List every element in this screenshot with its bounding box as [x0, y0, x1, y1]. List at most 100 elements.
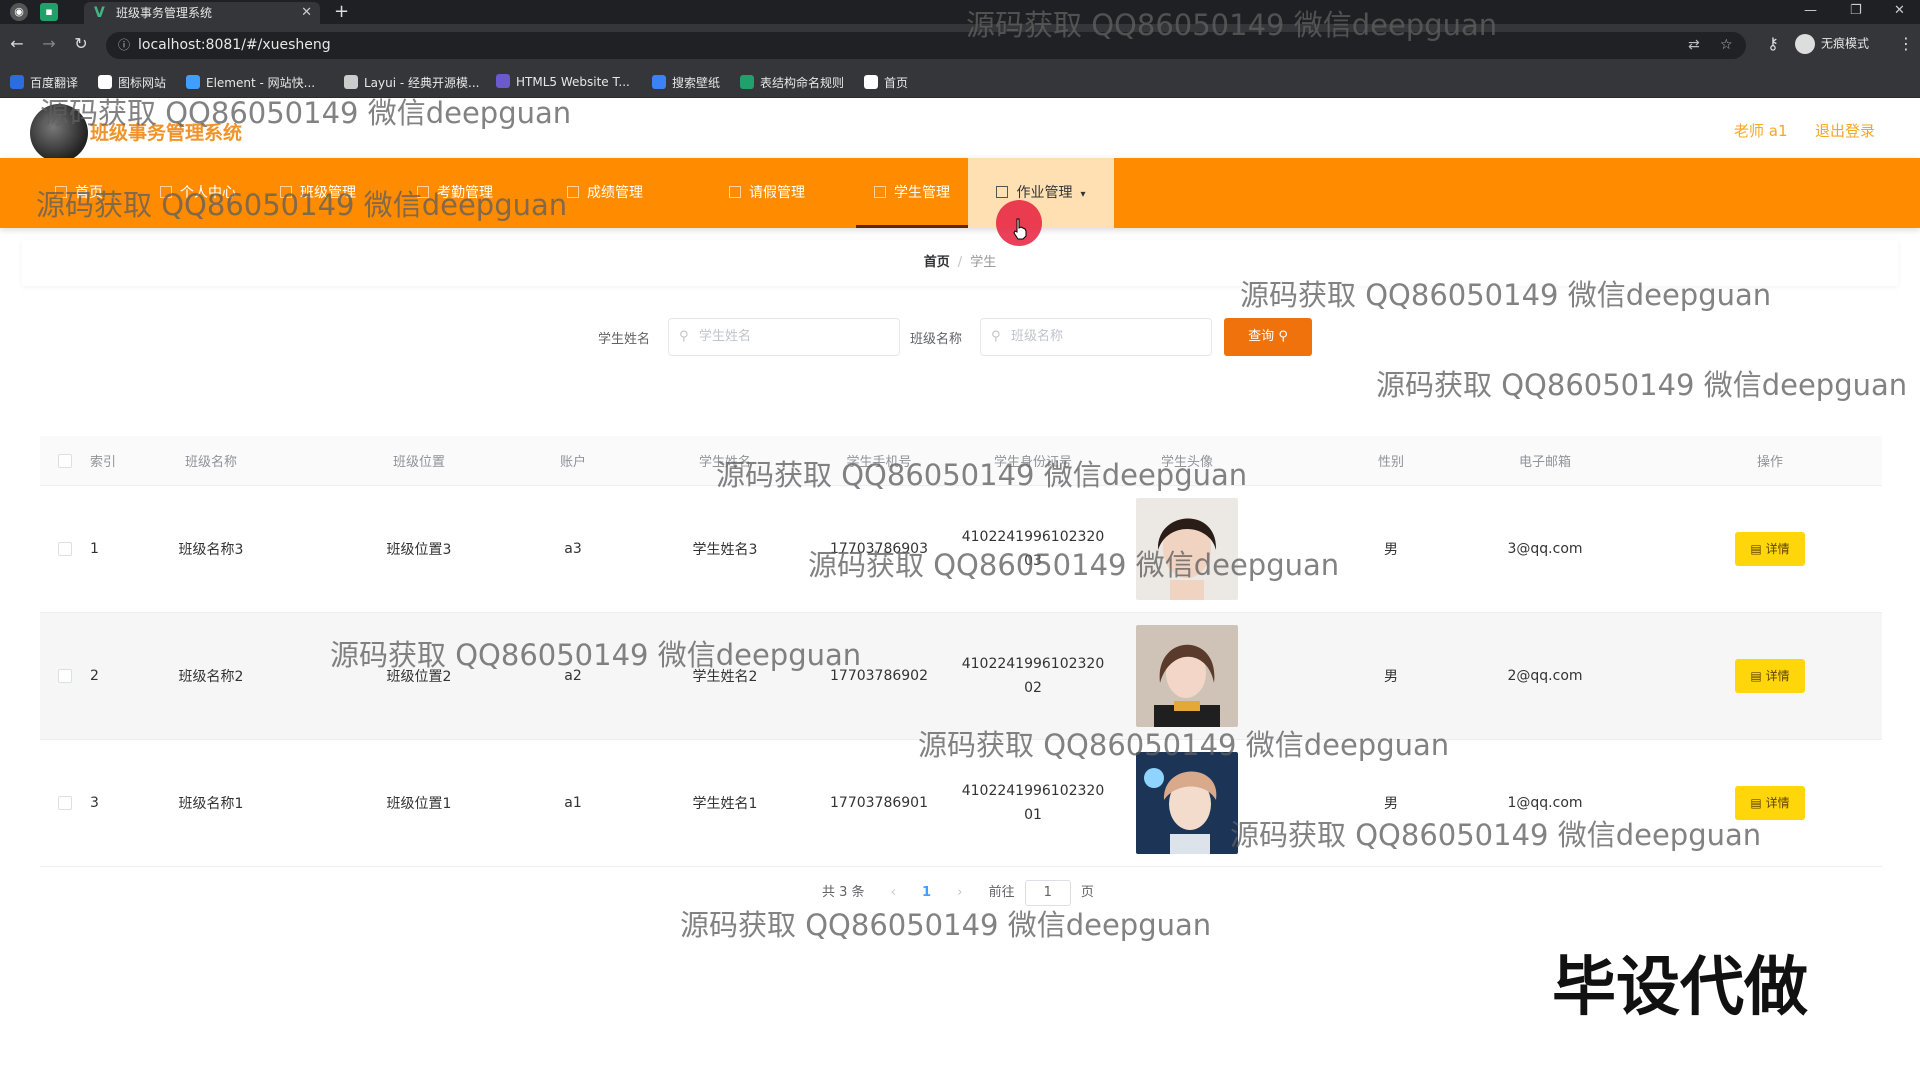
bookmark-item[interactable]: 搜索壁纸 [652, 74, 720, 91]
column-header: 性别 [1377, 455, 1404, 470]
bookmark-label: 搜索壁纸 [672, 76, 721, 90]
pinned-tab-icon[interactable]: ▪ [40, 3, 58, 21]
bookmark-label: HTML5 Website T... [516, 75, 630, 89]
incognito-indicator[interactable]: 无痕模式 [1795, 34, 1869, 54]
watermark: 源码获取 QQ86050149 微信deepguan [808, 548, 1340, 582]
minimize-window-icon[interactable]: — [1804, 0, 1817, 22]
prev-page-icon[interactable]: ‹ [891, 885, 896, 900]
cell-account: a3 [564, 541, 582, 557]
page-number[interactable]: 1 [922, 885, 931, 900]
bookmark-item[interactable]: 表结构命名规则 [740, 74, 844, 91]
reload-icon[interactable]: ↻ [70, 34, 92, 53]
nav-item-label: 作业管理 [1016, 185, 1073, 201]
cell-class-name: 班级名称1 [178, 796, 244, 812]
incognito-avatar-icon [1795, 34, 1815, 54]
column-header: 班级名称 [184, 455, 237, 470]
close-tab-icon[interactable]: ✕ [301, 2, 312, 24]
id-card-text: 410224199610232002 [961, 656, 1105, 696]
bookmark-favicon-icon [864, 75, 878, 89]
forward-icon[interactable]: → [38, 34, 60, 53]
student-avatar [1136, 752, 1238, 854]
bookmark-item[interactable]: Element - 网站快... [186, 74, 315, 91]
address-bar[interactable]: ⓘ localhost:8081/#/xuesheng ⇄ ☆ [106, 32, 1746, 59]
goto-label: 前往 [988, 885, 1015, 900]
search-icon: ⚲ [1278, 329, 1288, 344]
cell-student-name: 学生姓名3 [692, 542, 758, 558]
breadcrumb-separator: / [957, 255, 963, 270]
hand-cursor-icon [1013, 218, 1027, 240]
cell-email: 2@qq.com [1507, 668, 1583, 684]
browser-tab-title: 班级事务管理系统 [116, 6, 213, 20]
row-select-cell [40, 740, 90, 866]
student-name-input[interactable]: ⚲ 学生姓名 [668, 318, 900, 356]
cell-account: a1 [564, 795, 582, 811]
url-text: localhost:8081/#/xuesheng [138, 37, 331, 53]
bookmark-favicon-icon [344, 75, 358, 89]
row-checkbox[interactable] [58, 542, 72, 556]
browser-menu-icon[interactable]: ◉ [10, 3, 28, 21]
id-card-text: 410224199610232001 [961, 783, 1105, 823]
nav-item-students[interactable]: 学生管理 [856, 158, 968, 228]
cell-actions: ▤ 详情 [1670, 486, 1870, 612]
search-button-label: 查询 [1248, 329, 1275, 344]
cell-index: 1 [90, 541, 99, 557]
column-header: 操作 [1756, 455, 1783, 470]
row-select-cell [40, 486, 90, 612]
browser-tab-strip: ◉ ▪ V 班级事务管理系统 ✕ + — ❐ ✕ [0, 0, 1920, 24]
search-button[interactable]: 查询 ⚲ [1224, 318, 1312, 356]
bookmark-favicon-icon [98, 75, 112, 89]
new-tab-icon[interactable]: + [334, 0, 349, 24]
watermark: 源码获取 QQ86050149 微信deepguan [1230, 818, 1762, 852]
nav-item-label: 成绩管理 [587, 185, 643, 201]
translate-icon[interactable]: ⇄ [1688, 32, 1700, 59]
chevron-down-icon: ▾ [1080, 189, 1086, 200]
column-header: 账户 [559, 455, 586, 470]
leave-icon [729, 186, 741, 198]
cell-student-name: 学生姓名1 [692, 796, 758, 812]
close-window-icon[interactable]: ✕ [1894, 0, 1905, 22]
more-menu-icon[interactable]: ⋮ [1898, 34, 1914, 53]
student-name-placeholder: 学生姓名 [699, 329, 752, 344]
cell-index: 3 [90, 795, 99, 811]
watermark: 源码获取 QQ86050149 微信deepguan [36, 188, 568, 222]
page-suffix: 页 [1080, 885, 1094, 900]
bookmark-item[interactable]: 首页 [864, 74, 908, 91]
bookmark-item[interactable]: 图标网站 [98, 74, 166, 91]
class-name-placeholder: 班级名称 [1011, 329, 1064, 344]
cell-class-name: 班级名称3 [178, 542, 244, 558]
bookmark-item[interactable]: Layui - 经典开源模... [344, 74, 479, 91]
cell-id-card: 410224199610232002 [956, 613, 1110, 739]
bookmark-star-icon[interactable]: ☆ [1720, 32, 1733, 59]
row-checkbox[interactable] [58, 669, 72, 683]
nav-item-leave[interactable]: 请假管理 [678, 158, 856, 228]
document-icon: ▤ [1750, 796, 1762, 810]
detail-button-label: 详情 [1765, 542, 1790, 556]
bookmark-item[interactable]: HTML5 Website T... [496, 74, 630, 89]
breadcrumb-home[interactable]: 首页 [924, 255, 950, 270]
key-icon[interactable]: ⚷ [1762, 34, 1784, 53]
cell-actions: ▤ 详情 [1670, 613, 1870, 739]
browser-tab-active[interactable]: V 班级事务管理系统 ✕ [84, 2, 320, 24]
table-row: 2 班级名称2 班级位置2 a2 学生姓名2 17703786902 41022… [40, 613, 1882, 740]
class-name-input[interactable]: ⚲ 班级名称 [980, 318, 1212, 356]
row-checkbox[interactable] [58, 796, 72, 810]
nav-item-label: 请假管理 [749, 185, 805, 201]
logout-link[interactable]: 退出登录 [1815, 120, 1875, 141]
students-table: 索引 班级名称 班级位置 账户 学生姓名 学生手机号 学生身份证号 学生头像 性… [40, 436, 1882, 867]
detail-button[interactable]: ▤ 详情 [1735, 659, 1805, 693]
document-icon: ▤ [1750, 542, 1762, 556]
restore-window-icon[interactable]: ❐ [1850, 0, 1862, 22]
browser-toolbar: ← → ↻ ⓘ localhost:8081/#/xuesheng ⇄ ☆ ⚷ … [0, 24, 1920, 66]
select-all-checkbox[interactable] [58, 453, 72, 468]
detail-button[interactable]: ▤ 详情 [1735, 532, 1805, 566]
back-icon[interactable]: ← [6, 34, 28, 53]
grades-icon [567, 186, 579, 198]
site-info-icon[interactable]: ⓘ [118, 32, 130, 59]
row-select-cell [40, 613, 90, 739]
column-header: 电子邮箱 [1518, 455, 1571, 470]
bookmark-item[interactable]: 百度翻译 [10, 74, 78, 91]
bookmark-favicon-icon [652, 75, 666, 89]
next-page-icon[interactable]: › [957, 885, 962, 900]
pagination-total: 共 3 条 [822, 885, 865, 900]
cell-class-location: 班级位置1 [386, 796, 452, 812]
